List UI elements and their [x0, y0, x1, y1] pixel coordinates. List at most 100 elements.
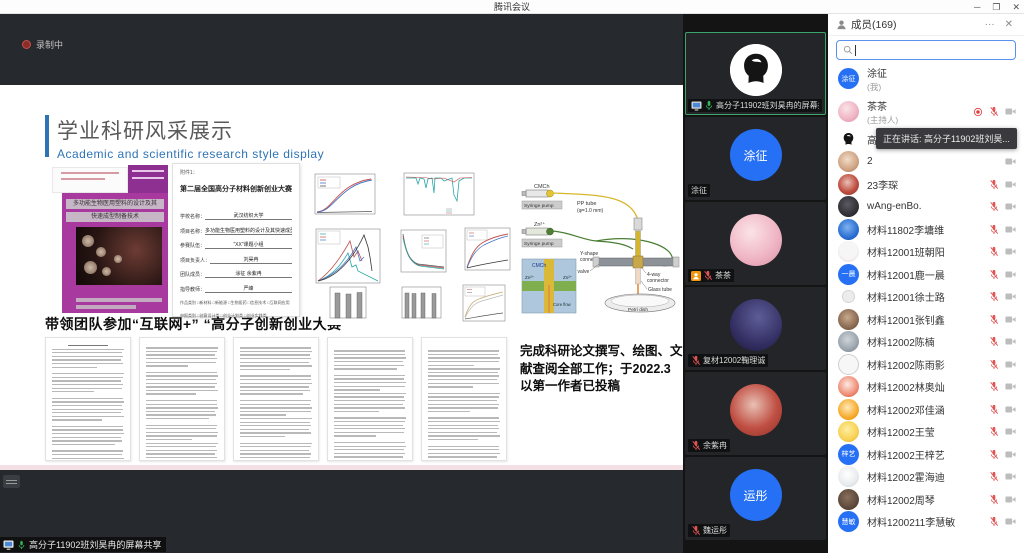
cam-icon[interactable] [1005, 270, 1016, 279]
mic-off-icon[interactable] [989, 224, 999, 235]
member-row[interactable]: 材料12001徐士路 [828, 286, 1024, 309]
toolbar-handle[interactable] [3, 475, 20, 488]
cam-icon[interactable] [1005, 517, 1016, 526]
member-name: 材料12002霍海迪 [867, 469, 981, 484]
cam-icon[interactable] [1005, 225, 1016, 234]
member-row[interactable]: 材料12002陈雨影 [828, 353, 1024, 376]
video-tile[interactable]: 余紫冉 [685, 372, 826, 455]
avatar [838, 466, 859, 487]
cam-icon[interactable] [1005, 472, 1016, 481]
mic-off-icon[interactable] [989, 179, 999, 190]
video-tile[interactable]: 高分子11902班刘昊冉的屏幕共享 [685, 32, 826, 115]
mic-off-icon[interactable] [989, 494, 999, 505]
share-icon [691, 101, 702, 111]
member-row[interactable]: 涂征涂征(我) [828, 62, 1024, 95]
cam-icon[interactable] [1005, 337, 1016, 346]
video-tile[interactable]: 涂征涂征 [685, 117, 826, 200]
video-tile-label: 涂征 [688, 184, 710, 197]
mic-off-icon[interactable] [691, 440, 701, 451]
member-row[interactable]: 材料12002王莹 [828, 421, 1024, 444]
cam-icon[interactable] [1005, 180, 1016, 189]
video-tile[interactable]: 复材12002鞠理诚 [685, 287, 826, 370]
slide-title: 学业科研风采展示 [57, 115, 324, 145]
research-poster: 多功能生物医用塑料的设计及其 快速成型制备技术 [52, 165, 168, 313]
cam-icon[interactable] [1005, 157, 1016, 166]
video-tile-label: 魏运彤 [688, 524, 730, 537]
member-row[interactable]: 梓艺材料12002王梓艺 [828, 443, 1024, 466]
members-panel: 成员(169) ··· ✕ 涂征涂征(我)茶茶(主持人)高分子11902班刘昊冉… [828, 14, 1024, 553]
member-row[interactable]: 材料12002霍海迪 [828, 466, 1024, 489]
member-row[interactable]: 23李琛 [828, 173, 1024, 196]
video-tile[interactable]: 茶茶 [685, 202, 826, 285]
mic-off-icon[interactable] [989, 516, 999, 527]
member-row[interactable]: 材料12002邓佳涵 [828, 398, 1024, 421]
mic-off-icon[interactable] [989, 471, 999, 482]
poster-body: 多功能生物医用塑料的设计及其 快速成型制备技术 [62, 193, 168, 313]
presentation-slide: 学业科研风采展示 Academic and scientific researc… [0, 85, 683, 470]
figure-bar-chart-a [322, 285, 369, 325]
cam-icon[interactable] [1005, 292, 1016, 301]
mic-off-icon[interactable] [691, 355, 701, 366]
member-row[interactable]: 2 [828, 151, 1024, 174]
maximize-button[interactable]: ❐ [992, 0, 1000, 14]
form-field-value: 涂征 余紫冉 [205, 270, 292, 278]
panel-more-button[interactable]: ··· [982, 19, 998, 30]
mic-off-icon[interactable] [691, 525, 701, 536]
member-row[interactable]: 材料12002周琴 [828, 488, 1024, 511]
mic-off-icon[interactable] [989, 201, 999, 212]
avatar [730, 299, 782, 351]
mic-off-icon[interactable] [989, 381, 999, 392]
cam-icon[interactable] [1005, 382, 1016, 391]
paper-page [139, 337, 225, 461]
mic-off-icon[interactable] [703, 270, 713, 281]
cam-icon[interactable] [1005, 247, 1016, 256]
member-row[interactable]: wAng-enBo. [828, 196, 1024, 219]
mic-off-icon[interactable] [989, 359, 999, 370]
cam-icon[interactable] [1005, 405, 1016, 414]
cam-icon[interactable] [1005, 107, 1016, 116]
mic-off-icon[interactable] [989, 336, 999, 347]
video-tile[interactable]: 运彤魏运彤 [685, 457, 826, 540]
figure-bar-chart-b [394, 285, 444, 325]
member-name: 材料12001班朝阳 [867, 244, 981, 259]
cam-icon[interactable] [1005, 360, 1016, 369]
member-row[interactable]: 材料12001张钊鑫 [828, 308, 1024, 331]
mic-off-icon[interactable] [989, 246, 999, 257]
close-button[interactable]: ✕ [1012, 0, 1020, 14]
share-banner: 高分子11902班刘昊冉的屏幕共享 [0, 537, 166, 552]
cam-icon[interactable] [1005, 202, 1016, 211]
search-input[interactable] [860, 45, 1009, 56]
mic-on-icon[interactable] [704, 100, 714, 111]
mic-off-icon[interactable] [989, 404, 999, 415]
video-tile-label: 复材12002鞠理诚 [688, 354, 768, 367]
mic-off-icon[interactable] [989, 314, 999, 325]
share-banner-label: 高分子11902班刘昊冉的屏幕共享 [29, 538, 161, 551]
member-row[interactable]: 一晨材料12001鹿一晨 [828, 263, 1024, 286]
mic-off-icon[interactable] [989, 269, 999, 280]
poster-title-line2: 快速成型制备技术 [66, 212, 164, 222]
avatar: 慧敏 [838, 511, 859, 532]
svg-text:Glass tube: Glass tube [648, 287, 672, 293]
cam-icon[interactable] [1005, 427, 1016, 436]
member-name: 2 [867, 156, 997, 167]
mic-off-icon[interactable] [989, 106, 999, 117]
mic-off-icon[interactable] [989, 291, 999, 302]
video-tile-label: 高分子11902班刘昊冉的屏幕共享 [688, 99, 822, 112]
figure-ftir-spectra [394, 169, 479, 221]
member-row[interactable]: 材料11802李墉维 [828, 218, 1024, 241]
member-row[interactable]: 慧敏材料1200211李慧敏 [828, 511, 1024, 534]
panel-close-button[interactable]: ✕ [1002, 19, 1016, 30]
mic-off-icon[interactable] [989, 426, 999, 437]
member-name: 材料12001徐士路 [867, 289, 981, 304]
cam-icon[interactable] [1005, 315, 1016, 324]
member-row[interactable]: 茶茶(主持人) [828, 95, 1024, 128]
cam-icon[interactable] [1005, 495, 1016, 504]
avatar: 涂征 [838, 68, 859, 89]
minimize-button[interactable]: ─ [974, 0, 980, 14]
mic-off-icon[interactable] [989, 449, 999, 460]
member-row[interactable]: 材料12002陈楠 [828, 331, 1024, 354]
member-name: 材料12001张钊鑫 [867, 312, 981, 327]
member-row[interactable]: 材料12002林奥灿 [828, 376, 1024, 399]
member-row[interactable]: 材料12001班朝阳 [828, 241, 1024, 264]
cam-icon[interactable] [1005, 450, 1016, 459]
